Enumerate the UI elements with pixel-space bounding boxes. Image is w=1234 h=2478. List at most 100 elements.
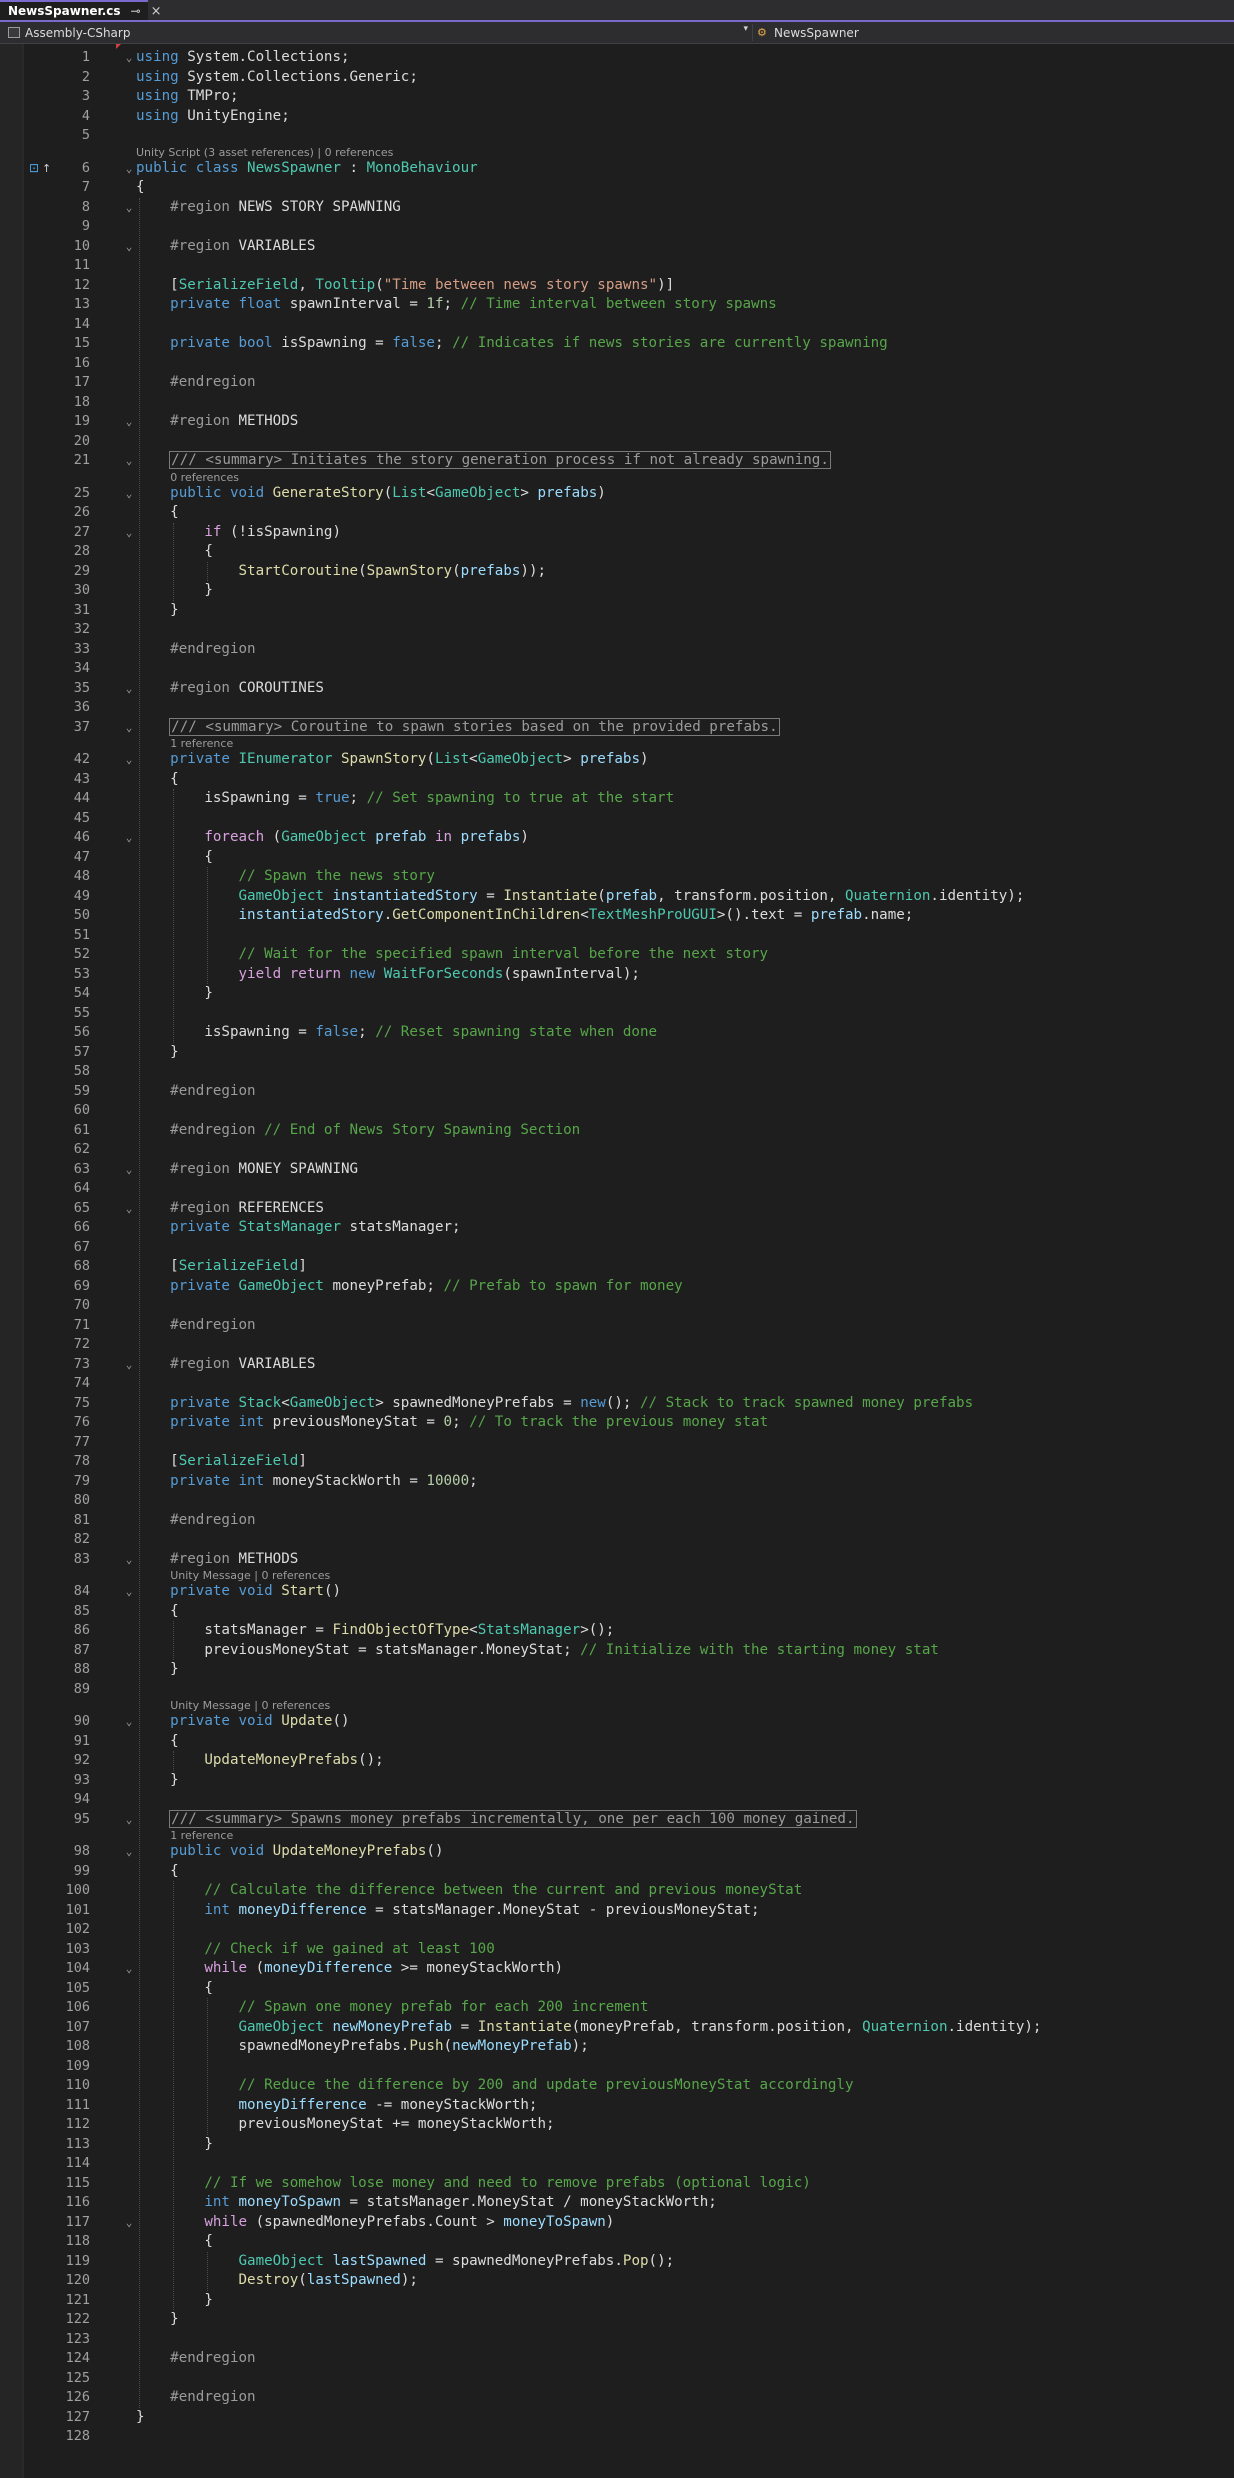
code-line[interactable]: 122 }: [0, 2310, 1234, 2330]
collapsed-doc-comment[interactable]: /// <summary> Spawns money prefabs incre…: [169, 1809, 857, 1828]
code-text[interactable]: private int moneyStackWorth = 10000;: [136, 1472, 478, 1492]
code-line[interactable]: 95 ⌄ /// <summary> Spawns money prefabs i…: [0, 1809, 1234, 1830]
code-line[interactable]: 114: [0, 2154, 1234, 2174]
code-line[interactable]: 61 #endregion // End of News Story Spawn…: [0, 1121, 1234, 1141]
close-icon[interactable]: ×: [151, 4, 162, 19]
code-text[interactable]: {: [136, 848, 213, 868]
code-text[interactable]: }: [136, 2135, 213, 2155]
code-line[interactable]: 64: [0, 1179, 1234, 1199]
code-text[interactable]: private void Start(): [136, 1582, 341, 1602]
code-text[interactable]: // Wait for the specified spawn interval…: [136, 945, 768, 965]
code-text[interactable]: while (spawnedMoneyPrefabs.Count > money…: [136, 2213, 614, 2233]
code-text[interactable]: /// <summary> Initiates the story genera…: [136, 451, 831, 471]
code-text[interactable]: {: [136, 2232, 213, 2252]
code-text[interactable]: int moneyToSpawn = statsManager.MoneySta…: [136, 2193, 717, 2213]
code-line[interactable]: 78 [SerializeField]: [0, 1452, 1234, 1472]
code-text[interactable]: #endregion: [136, 1082, 255, 1102]
code-line[interactable]: 90 ⌄ private void Update(): [0, 1712, 1234, 1732]
code-text[interactable]: moneyDifference -= moneyStackWorth;: [136, 2096, 537, 2116]
code-text[interactable]: #endregion: [136, 2388, 255, 2408]
code-text[interactable]: isSpawning = false; // Reset spawning st…: [136, 1023, 657, 1043]
code-line[interactable]: 46 ⌄ foreach (GameObject prefab in prefab…: [0, 828, 1234, 848]
code-text[interactable]: yield return new WaitForSeconds(spawnInt…: [136, 965, 640, 985]
code-line[interactable]: 111 moneyDifference -= moneyStackWorth;: [0, 2096, 1234, 2116]
code-line[interactable]: 58: [0, 1062, 1234, 1082]
fold-toggle-icon[interactable]: ⌄: [124, 1959, 134, 1979]
code-text[interactable]: isSpawning = true; // Set spawning to tr…: [136, 789, 674, 809]
class-reference-icon[interactable]: ⊡: [29, 161, 42, 175]
code-line[interactable]: 20: [0, 432, 1234, 452]
code-line[interactable]: 109: [0, 2057, 1234, 2077]
code-line[interactable]: 18: [0, 393, 1234, 413]
code-text[interactable]: {: [136, 1732, 179, 1752]
code-line[interactable]: 6 ⌄ public class NewsSpawner : MonoBehavio…: [0, 159, 1234, 179]
fold-toggle-icon[interactable]: ⌄: [124, 1160, 134, 1180]
code-text[interactable]: }: [136, 2291, 213, 2311]
pin-icon[interactable]: ⊸: [131, 4, 141, 18]
code-line[interactable]: 89: [0, 1680, 1234, 1700]
code-line[interactable]: 82: [0, 1530, 1234, 1550]
code-text[interactable]: #region MONEY SPAWNING: [136, 1160, 358, 1180]
codelens-text[interactable]: 1 reference: [170, 737, 233, 750]
code-editor[interactable]: 1 ⌄ using System.Collections; 2 using System…: [0, 44, 1234, 2478]
code-text[interactable]: spawnedMoneyPrefabs.Push(newMoneyPrefab)…: [136, 2037, 588, 2057]
code-text[interactable]: #region METHODS: [136, 1550, 298, 1570]
code-line[interactable]: 112 previousMoneyStat += moneyStackWorth…: [0, 2115, 1234, 2135]
code-text[interactable]: public void UpdateMoneyPrefabs(): [136, 1842, 443, 1862]
fold-toggle-icon[interactable]: ⌄: [124, 828, 134, 848]
code-line[interactable]: 63 ⌄ #region MONEY SPAWNING: [0, 1160, 1234, 1180]
code-line[interactable]: 101 int moneyDifference = statsManager.M…: [0, 1901, 1234, 1921]
code-line[interactable]: 103 // Check if we gained at least 100: [0, 1940, 1234, 1960]
code-line[interactable]: 99 {: [0, 1862, 1234, 1882]
code-text[interactable]: GameObject instantiatedStory = Instantia…: [136, 887, 1024, 907]
code-line[interactable]: 127}: [0, 2408, 1234, 2428]
code-line[interactable]: 116 int moneyToSpawn = statsManager.Mone…: [0, 2193, 1234, 2213]
code-line[interactable]: 98 ⌄ public void UpdateMoneyPrefabs(): [0, 1842, 1234, 1862]
code-text[interactable]: /// <summary> Coroutine to spawn stories…: [136, 717, 780, 738]
code-text[interactable]: // Calculate the difference between the …: [136, 1881, 802, 1901]
code-text[interactable]: if (!isSpawning): [136, 523, 341, 543]
code-line[interactable]: 120 Destroy(lastSpawned);: [0, 2271, 1234, 2291]
code-text[interactable]: #region COROUTINES: [136, 679, 324, 699]
code-line[interactable]: 28 {: [0, 542, 1234, 562]
fold-toggle-icon[interactable]: ⌄: [124, 1582, 134, 1602]
code-text[interactable]: #region METHODS: [136, 412, 298, 432]
code-line[interactable]: 125: [0, 2369, 1234, 2389]
code-text[interactable]: [SerializeField]: [136, 1452, 307, 1472]
code-text[interactable]: }: [136, 1660, 179, 1680]
code-line[interactable]: 68 [SerializeField]: [0, 1257, 1234, 1277]
code-line[interactable]: 56 isSpawning = false; // Reset spawning…: [0, 1023, 1234, 1043]
code-line[interactable]: 14: [0, 315, 1234, 335]
code-line[interactable]: 3 using TMPro;: [0, 87, 1234, 107]
code-text[interactable]: #endregion // End of News Story Spawning…: [136, 1121, 580, 1141]
fold-toggle-icon[interactable]: ⌄: [124, 484, 134, 504]
code-line[interactable]: 35 ⌄ #region COROUTINES: [0, 679, 1234, 699]
code-text[interactable]: }: [136, 601, 179, 621]
code-text[interactable]: }: [136, 1043, 179, 1063]
code-line[interactable]: 7{: [0, 178, 1234, 198]
code-text[interactable]: GameObject lastSpawned = spawnedMoneyPre…: [136, 2252, 674, 2272]
code-line[interactable]: 73 ⌄ #region VARIABLES: [0, 1355, 1234, 1375]
code-line[interactable]: 16: [0, 354, 1234, 374]
code-text[interactable]: StartCoroutine(SpawnStory(prefabs));: [136, 562, 546, 582]
code-text[interactable]: private bool isSpawning = false; // Indi…: [136, 334, 888, 354]
code-line[interactable]: 104 ⌄ while (moneyDifference >= moneyStac…: [0, 1959, 1234, 1979]
code-line[interactable]: 1 ⌄ using System.Collections;: [0, 48, 1234, 68]
fold-toggle-icon[interactable]: ⌄: [124, 198, 134, 218]
code-line[interactable]: 83 ⌄ #region METHODS: [0, 1550, 1234, 1570]
code-line[interactable]: 94: [0, 1790, 1234, 1810]
code-text[interactable]: using UnityEngine;: [136, 107, 290, 127]
code-line[interactable]: 80: [0, 1491, 1234, 1511]
code-line[interactable]: 77: [0, 1433, 1234, 1453]
code-text[interactable]: }: [136, 2408, 145, 2428]
code-line[interactable]: 72: [0, 1335, 1234, 1355]
code-line[interactable]: 36: [0, 698, 1234, 718]
code-line[interactable]: 66 private StatsManager statsManager;: [0, 1218, 1234, 1238]
code-line[interactable]: 69 private GameObject moneyPrefab; // Pr…: [0, 1277, 1234, 1297]
code-text[interactable]: public class NewsSpawner : MonoBehaviour: [136, 159, 478, 179]
code-line[interactable]: 10 ⌄ #region VARIABLES: [0, 237, 1234, 257]
fold-toggle-icon[interactable]: ⌄: [124, 750, 134, 770]
code-text[interactable]: /// <summary> Spawns money prefabs incre…: [136, 1809, 857, 1830]
code-text[interactable]: {: [136, 1979, 213, 1999]
code-line[interactable]: 93 }: [0, 1771, 1234, 1791]
